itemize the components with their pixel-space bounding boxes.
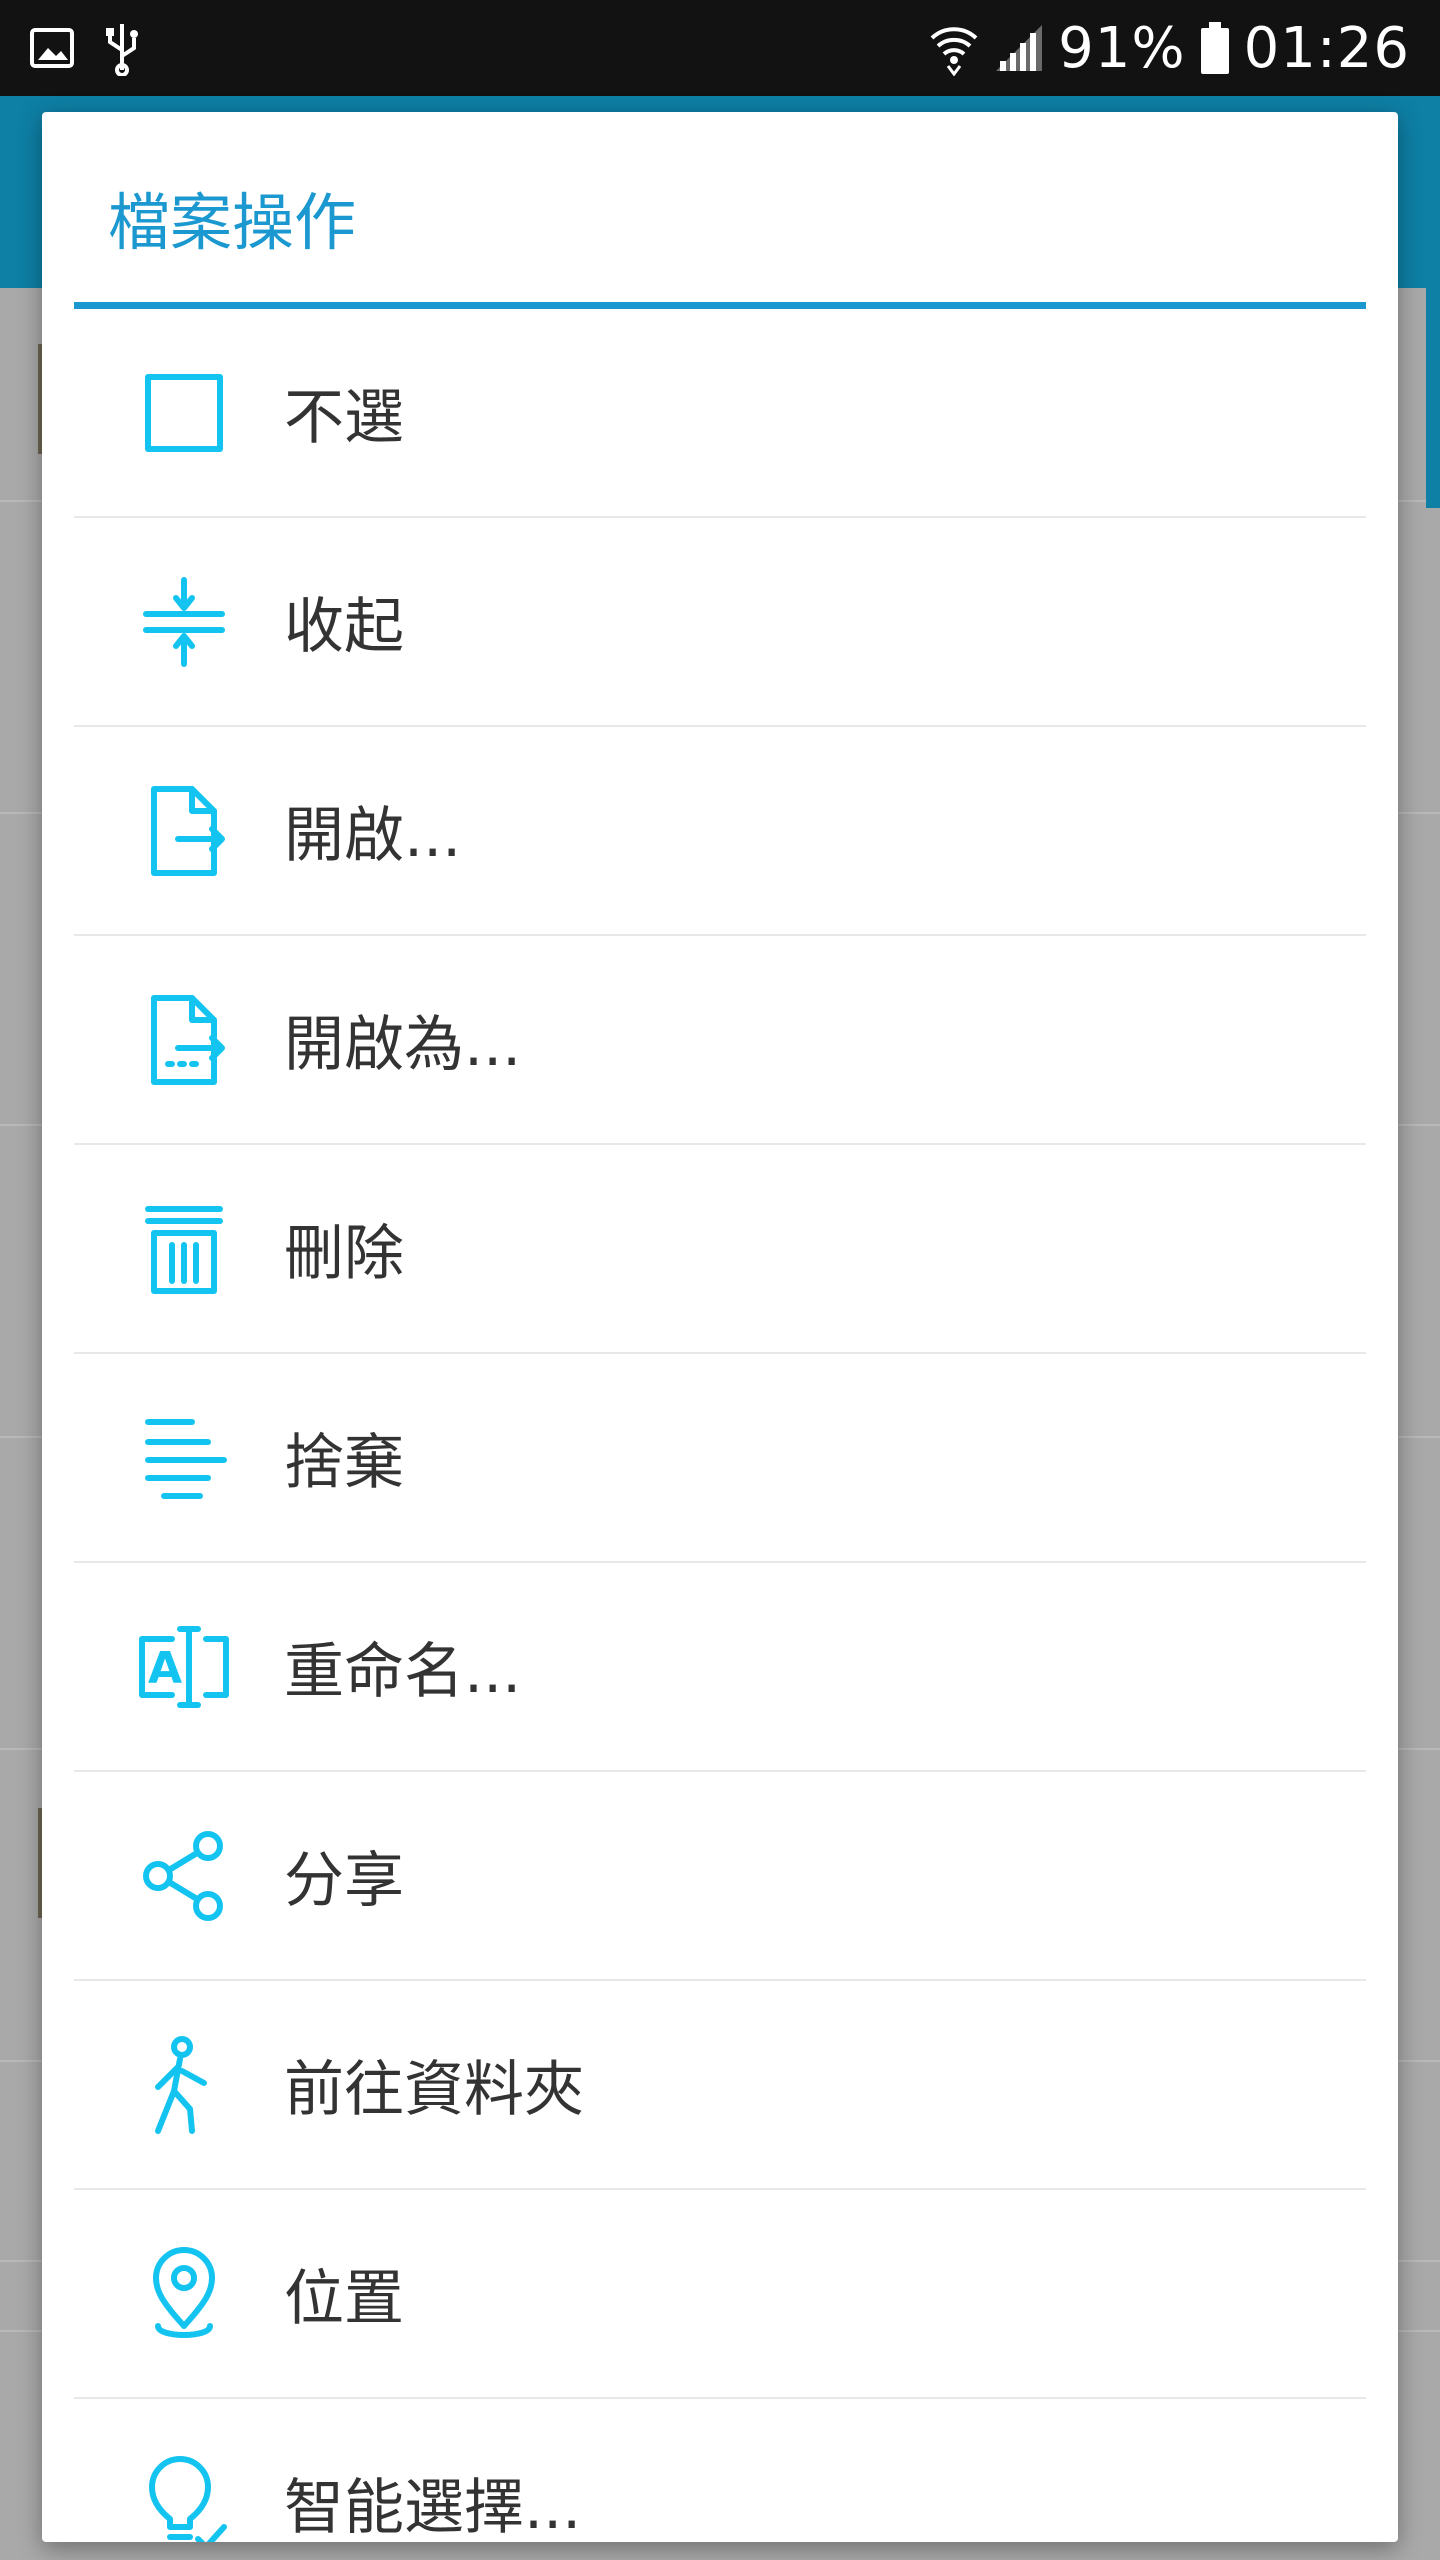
title-divider [74, 302, 1366, 309]
menu-item-deselect[interactable]: 不選 [74, 309, 1366, 518]
open-as-file-icon [134, 990, 234, 1090]
menu-item-label: 智能選擇... [284, 2473, 582, 2542]
collapse-icon [134, 572, 234, 672]
menu-item-share[interactable]: 分享 [74, 1772, 1366, 1981]
action-menu: 不選 收起 開啟... 開啟為... 刪除 捨棄 A 重命名... 分享 前往資… [74, 309, 1366, 2542]
status-left [28, 20, 142, 76]
menu-item-label: 不選 [284, 383, 404, 453]
menu-item-label: 重命名... [284, 1637, 522, 1707]
menu-item-discard[interactable]: 捨棄 [74, 1354, 1366, 1563]
trash-icon [134, 1199, 234, 1299]
menu-item-collapse[interactable]: 收起 [74, 518, 1366, 727]
menu-item-go-to-folder[interactable]: 前往資料夾 [74, 1981, 1366, 2190]
battery-percent: 91% [1058, 15, 1186, 81]
menu-item-label: 位置 [284, 2264, 404, 2334]
file-actions-dialog: 檔案操作 不選 收起 開啟... 開啟為... 刪除 捨棄 A 重命名... 分… [42, 112, 1398, 2542]
checkbox-unchecked-icon [134, 363, 234, 463]
signal-icon [992, 21, 1046, 75]
background-scrollbar [1426, 288, 1440, 508]
wifi-icon [928, 20, 980, 76]
share-icon [134, 1826, 234, 1926]
svg-text:A: A [148, 1643, 182, 1694]
rename-icon: A [134, 1617, 234, 1717]
menu-item-label: 開啟... [284, 801, 462, 871]
menu-item-label: 前往資料夾 [284, 2055, 584, 2125]
location-pin-icon [134, 2244, 234, 2344]
menu-item-label: 捨棄 [284, 1428, 404, 1498]
menu-item-open-as[interactable]: 開啟為... [74, 936, 1366, 1145]
usb-icon [102, 20, 142, 76]
walk-to-folder-icon [134, 2035, 234, 2135]
dialog-title: 檔案操作 [108, 186, 357, 259]
image-icon [28, 24, 76, 72]
menu-item-smart-select[interactable]: 智能選擇... [74, 2399, 1366, 2542]
lightbulb-icon [134, 2453, 234, 2542]
discard-lines-icon [134, 1408, 234, 1508]
menu-item-label: 刪除 [284, 1219, 404, 1289]
open-file-icon [134, 781, 234, 881]
menu-item-location[interactable]: 位置 [74, 2190, 1366, 2399]
menu-item-rename[interactable]: A 重命名... [74, 1563, 1366, 1772]
menu-item-label: 收起 [284, 592, 404, 662]
status-bar: 91% 01:26 [0, 0, 1440, 96]
status-right: 91% 01:26 [928, 16, 1410, 81]
menu-item-label: 開啟為... [284, 1010, 522, 1080]
clock: 01:26 [1243, 15, 1410, 81]
menu-item-delete[interactable]: 刪除 [74, 1145, 1366, 1354]
battery-icon [1198, 20, 1232, 76]
menu-item-label: 分享 [284, 1846, 404, 1916]
menu-item-open[interactable]: 開啟... [74, 727, 1366, 936]
